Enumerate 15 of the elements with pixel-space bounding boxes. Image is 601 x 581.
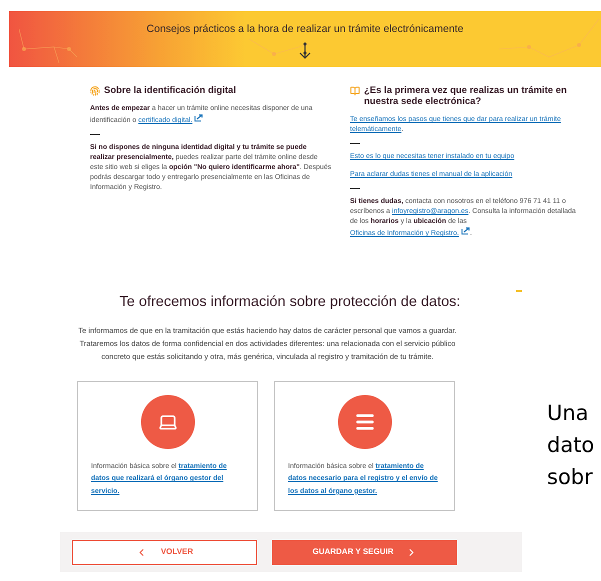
back-button[interactable]: VOLVER (72, 540, 257, 565)
section-heading: Sobre la identificación digital (104, 85, 236, 96)
book-icon (350, 86, 360, 96)
cut-off-text: Una (547, 400, 590, 427)
cut-off-text: dato (547, 432, 594, 459)
section-heading: ¿Es la primera vez que realizas un trámite en nuestra sede electrónica? (364, 85, 568, 107)
fingerprint-icon (90, 86, 100, 96)
arrow-down-icon (298, 42, 312, 60)
external-link-icon (194, 114, 204, 122)
external-link-icon (460, 227, 470, 235)
accent-mark (516, 290, 522, 292)
section-title: Te ofrecemos información sobre protección de datos: (118, 293, 462, 312)
save-continue-button[interactable]: GUARDAR Y SEGUIR (272, 540, 457, 565)
cut-off-text: sobr (547, 464, 594, 491)
banner-title: Consejos prácticos a la hora de realizar un trámite electrónicamente (146, 22, 464, 37)
